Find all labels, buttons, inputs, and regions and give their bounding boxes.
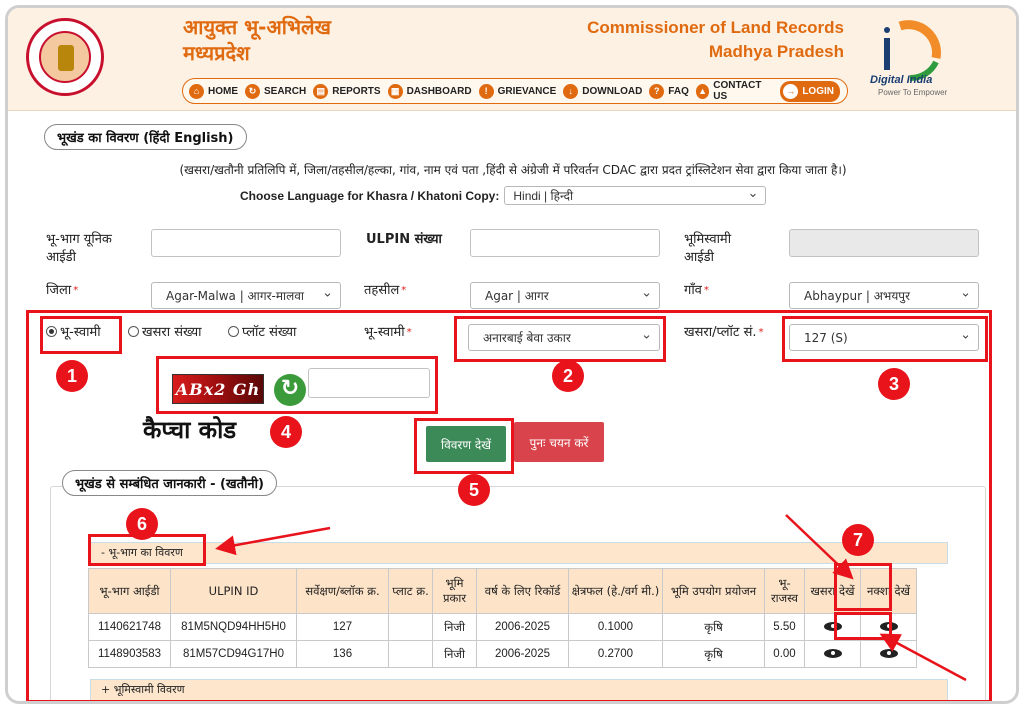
annotation-box-5 — [414, 418, 514, 474]
site-header: आयुक्त भू-अभिलेख मध्यप्रदेश Commissioner… — [8, 8, 1016, 111]
annotation-box-3 — [782, 316, 988, 362]
step-badge-6: 6 — [126, 508, 158, 540]
owner-id-input — [789, 229, 979, 257]
section-title-land-details: भूखंड का विवरण (हिंदी English) — [44, 124, 247, 150]
hindi-title-line2: मध्यप्रदेश — [183, 41, 250, 65]
language-row: Choose Language for Khasra / Khatoni Cop… — [240, 186, 767, 205]
step-badge-4: 4 — [270, 416, 302, 448]
download-icon: ↓ — [563, 83, 579, 99]
english-title-line2: Madhya Pradesh — [708, 42, 844, 61]
nav-contact[interactable]: ▲ CONTACT US — [695, 80, 771, 102]
language-label: Choose Language for Khasra / Khatoni Cop… — [240, 188, 500, 203]
step-badge-1: 1 — [56, 360, 88, 392]
digital-india-logo-icon — [884, 20, 941, 81]
nav-dashboard[interactable]: ▦ DASHBOARD — [387, 83, 472, 99]
owner-id-label: भूमिस्वामी आईडी — [684, 232, 732, 265]
faq-icon: ? — [649, 83, 665, 99]
hindi-title: आयुक्त भू-अभिलेख मध्यप्रदेश — [183, 14, 331, 66]
nav-download[interactable]: ↓ DOWNLOAD — [563, 83, 642, 99]
nav-login-button[interactable]: → LOGIN — [780, 80, 840, 102]
search-icon: ↻ — [245, 83, 260, 99]
annotation-box-eye — [834, 612, 892, 640]
hindi-title-line1: आयुक्त भू-अभिलेख — [183, 15, 331, 39]
step-badge-2: 2 — [552, 360, 584, 392]
ulpin-input[interactable] — [470, 229, 660, 257]
nav-home[interactable]: ⌂ HOME — [189, 83, 238, 99]
step-badge-5: 5 — [458, 474, 490, 506]
english-title-line1: Commissioner of Land Records — [587, 18, 844, 37]
login-icon: → — [783, 83, 799, 99]
annotation-box-2 — [454, 316, 666, 362]
tehsil-label: तहसील * — [364, 283, 407, 298]
unique-id-input[interactable] — [151, 229, 341, 257]
digital-india-tagline: Power To Empower — [878, 88, 948, 97]
mp-emblem-logo — [26, 18, 104, 96]
annotation-box-4 — [156, 356, 438, 414]
village-label: गाँव * — [684, 283, 709, 298]
annotation-box-7 — [834, 563, 892, 611]
grievance-icon: ! — [478, 83, 494, 99]
english-title: Commissioner of Land Records Madhya Prad… — [587, 16, 844, 64]
unique-id-label: भू-भाग यूनिक आईडी — [46, 232, 112, 265]
step-badge-3: 3 — [878, 368, 910, 400]
district-select[interactable]: Agar-Malwa | आगर-मालवा — [151, 282, 341, 309]
annotation-box-1 — [40, 316, 122, 354]
nav-reports[interactable]: ▤ REPORTS — [313, 83, 381, 99]
language-select[interactable]: Hindi | हिन्दी — [504, 186, 767, 205]
nav-search[interactable]: ↻ SEARCH — [245, 83, 306, 99]
main-nav: ⌂ HOME ↻ SEARCH ▤ REPORTS ▦ DASHBOARD ! GRIEV… — [182, 78, 848, 104]
screenshot-frame: आयुक्त भू-अभिलेख मध्यप्रदेश Commissioner… — [5, 5, 1019, 704]
report-icon: ▤ — [313, 83, 329, 99]
village-select[interactable]: Abhaypur | अभयपुर — [789, 282, 979, 309]
dashboard-icon: ▦ — [387, 83, 403, 99]
tehsil-select[interactable]: Agar | आगर — [470, 282, 660, 309]
transliteration-note: (खसरा/खतौनी प्रतिलिपि में, जिला/तहसील/हल… — [179, 163, 847, 177]
nav-faq[interactable]: ? FAQ — [649, 83, 689, 99]
step-badge-7: 7 — [842, 524, 874, 556]
contact-icon: ▲ — [695, 83, 710, 99]
home-icon: ⌂ — [189, 83, 204, 99]
nav-grievance[interactable]: ! GRIEVANCE — [478, 83, 556, 99]
ulpin-label: ULPIN संख्या — [366, 232, 442, 247]
district-label: जिला * — [46, 283, 79, 298]
digital-india-name: Digital India — [870, 74, 933, 86]
